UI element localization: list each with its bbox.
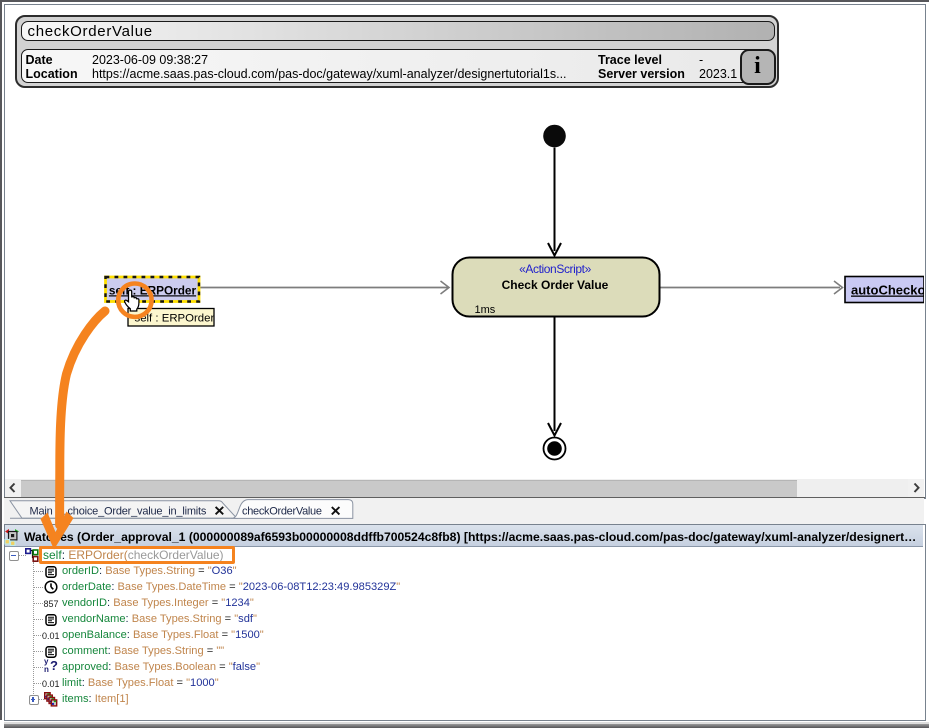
svg-text:autoCheckou: autoCheckou xyxy=(851,283,924,298)
svg-text:«ActionScript»: «ActionScript» xyxy=(519,262,591,276)
svg-text:1ms: 1ms xyxy=(475,304,496,316)
svg-text:checkOrderValue: checkOrderValue xyxy=(242,505,322,517)
svg-text:Check Order Value: Check Order Value xyxy=(502,278,609,292)
